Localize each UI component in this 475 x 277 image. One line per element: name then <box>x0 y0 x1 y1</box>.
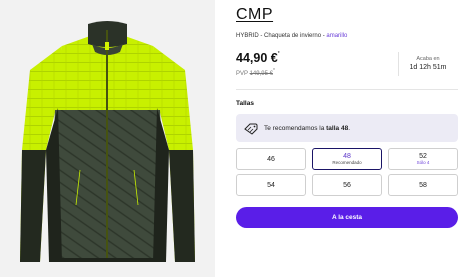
size-option-46[interactable]: 46 <box>236 148 306 170</box>
recommendation-text: Te recomendamos la talla 48. <box>264 125 350 132</box>
countdown-label: Acaba en <box>416 56 440 62</box>
product-image[interactable] <box>0 0 215 277</box>
rrp-label: PVP <box>236 71 250 77</box>
current-price: 44,90 €* <box>236 51 280 65</box>
size-option-58[interactable]: 58 <box>388 174 458 196</box>
recommended-retail-price: PVP 149,95 €* <box>236 68 275 77</box>
size-option-52[interactable]: 52 Sólo 4 <box>388 148 458 170</box>
size-number: 48 <box>343 152 351 160</box>
size-number: 54 <box>267 181 275 189</box>
countdown-timer: 1d 12h 51m <box>409 64 447 71</box>
size-option-54[interactable]: 54 <box>236 174 306 196</box>
low-stock-note: Sólo 4 <box>416 159 430 165</box>
product-name: HYBRID - Chaqueta de invierno - <box>236 33 327 39</box>
size-number: 52 <box>419 152 427 160</box>
size-tag-icon <box>244 122 258 135</box>
size-number: 56 <box>343 181 351 189</box>
add-to-cart-button[interactable]: A la cesta <box>236 207 458 228</box>
jacket-illustration <box>0 0 215 277</box>
price-marker: * <box>277 51 280 57</box>
size-note: Recomendado <box>332 159 362 165</box>
size-recommendation-banner[interactable]: Te recomendamos la talla 48. <box>236 114 458 142</box>
recommendation-prefix: Te recomendamos la <box>264 124 327 132</box>
size-options-grid: 46 48 Recomendado 52 Sólo 4 54 56 58 <box>236 148 458 196</box>
size-number: 46 <box>267 155 275 163</box>
rrp-marker: * <box>272 68 275 74</box>
brand-link[interactable]: CMP <box>236 6 273 24</box>
recommended-size: talla 48 <box>326 124 349 132</box>
price-value: 44,90 € <box>236 51 278 65</box>
rrp-value: 149,95 € <box>249 71 273 77</box>
section-divider <box>236 89 458 90</box>
recommendation-suffix: . <box>348 124 350 132</box>
size-option-48[interactable]: 48 Recomendado <box>312 148 382 170</box>
sizes-heading: Tallas <box>236 100 254 107</box>
product-color: amarillo <box>326 33 348 39</box>
product-title: HYBRID - Chaqueta de invierno - amarillo <box>236 33 347 39</box>
size-option-56[interactable]: 56 <box>312 174 382 196</box>
size-number: 58 <box>419 181 427 189</box>
